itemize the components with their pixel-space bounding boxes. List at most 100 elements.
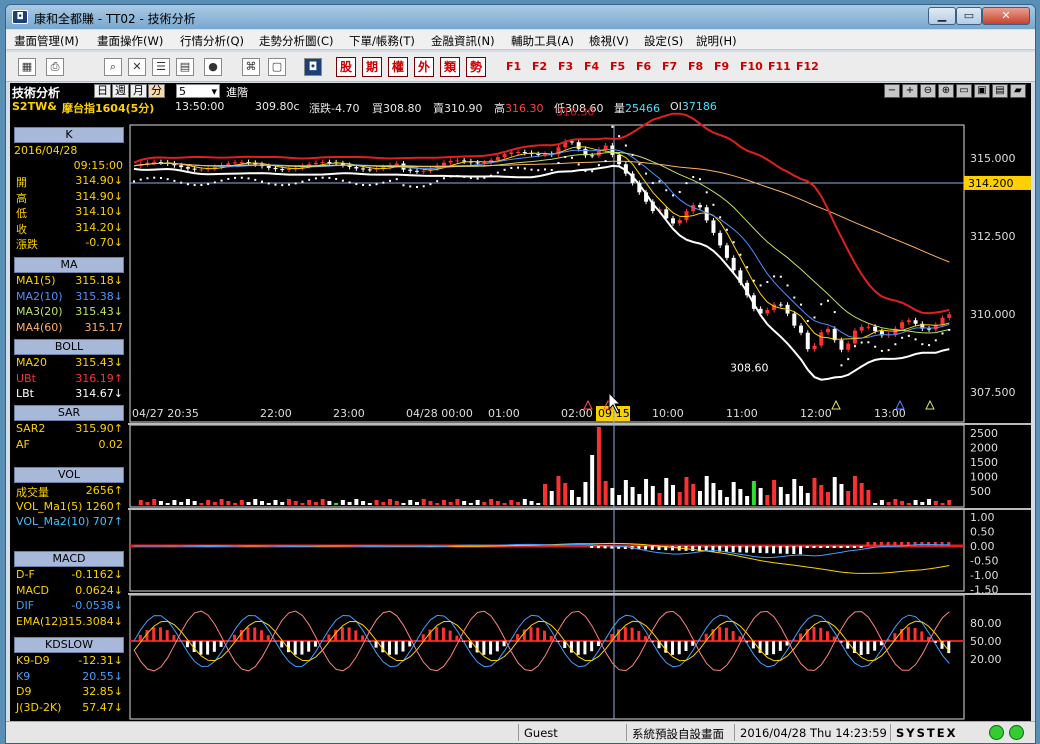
- fkey-F4[interactable]: F4: [584, 60, 599, 73]
- fkey-F9[interactable]: F9: [714, 60, 729, 73]
- quick-5[interactable]: 勢: [466, 57, 486, 77]
- volume-bar: [273, 500, 278, 505]
- period-0[interactable]: 日: [94, 84, 111, 98]
- systex-logo-icon[interactable]: ◘: [304, 58, 322, 76]
- menu-1[interactable]: 畫面操作(W): [97, 33, 163, 49]
- close-icon[interactable]: ✕: [982, 7, 1030, 25]
- window-icon[interactable]: ▢: [268, 58, 286, 76]
- volume-bar: [455, 499, 460, 505]
- volume-bar: [394, 501, 399, 505]
- kd-bar: [408, 641, 412, 647]
- grid-icon[interactable]: ▦: [18, 58, 36, 76]
- volume-bar: [805, 493, 810, 505]
- fkey-F2[interactable]: F2: [532, 60, 547, 73]
- sar-dot: [631, 153, 634, 156]
- sar-dot: [503, 168, 506, 171]
- menu-3[interactable]: 走勢分析圖(C): [259, 33, 334, 49]
- candle-body: [152, 162, 157, 164]
- sar-dot: [544, 168, 546, 171]
- volume-bar: [414, 502, 419, 505]
- chart-plot-area[interactable]: 315.000 312.500 310.000 307.500 314.200 04/27…: [128, 83, 1031, 721]
- volume-bar: [522, 499, 527, 505]
- fkey-F8[interactable]: F8: [688, 60, 703, 73]
- menu-0[interactable]: 畫面管理(M): [14, 33, 79, 49]
- macd-bar: [879, 542, 883, 546]
- period-1[interactable]: 週: [112, 84, 129, 98]
- sar-dot: [665, 189, 668, 192]
- list-icon[interactable]: ☰: [152, 58, 170, 76]
- quick-0[interactable]: 股: [336, 57, 356, 77]
- fkey-F3[interactable]: F3: [558, 60, 573, 73]
- macd-axis-label: 0.00: [970, 540, 995, 553]
- sar-dot: [779, 275, 782, 278]
- kd-bar: [165, 630, 169, 641]
- sar-dot: [705, 191, 708, 194]
- fkey-F6[interactable]: F6: [636, 60, 651, 73]
- sar-dot: [523, 167, 526, 170]
- candle-body: [280, 169, 285, 171]
- macd-row-value: 315.3084↓: [61, 614, 123, 628]
- macd-bar: [893, 542, 897, 546]
- vol-row-label: VOL_Ma2(10): [16, 515, 90, 528]
- quick-3[interactable]: 外: [414, 57, 434, 77]
- sar-row-value: 0.02: [98, 437, 124, 451]
- chart-icon[interactable]: ▤: [176, 58, 194, 76]
- maximize-icon[interactable]: ▭: [956, 7, 982, 25]
- candle-body: [671, 218, 676, 224]
- title-bar[interactable]: ◘ 康和全都賺 - TT02 - 技術分析 ▁ ▭ ✕: [6, 5, 1035, 29]
- sar-dot: [139, 178, 142, 181]
- quick-1[interactable]: 期: [362, 57, 382, 77]
- fkey-F10[interactable]: F10: [740, 60, 763, 73]
- sar-dot: [537, 169, 540, 172]
- quick-2[interactable]: 權: [388, 57, 408, 77]
- close-box-icon[interactable]: ✕: [128, 58, 146, 76]
- fkey-F12[interactable]: F12: [796, 60, 819, 73]
- volume-bar: [334, 503, 339, 505]
- macd-bar: [940, 542, 944, 546]
- sar-dot: [577, 163, 580, 166]
- k-row-label: 低: [16, 207, 27, 220]
- sar-dot: [234, 176, 237, 179]
- ma20-line: [133, 151, 950, 334]
- volume-bar: [563, 483, 568, 505]
- sar-dot: [806, 320, 809, 323]
- fkey-F5[interactable]: F5: [610, 60, 625, 73]
- menu-4[interactable]: 下單/帳務(T): [349, 33, 415, 49]
- technical-chart-window: 技術分析 日週月分 5 ▾ 進階 − + ⊖ ⊕ ▭ ▣ ▤ ▰ S2TW& 摩台指1604(5…: [10, 83, 1031, 721]
- kd-bar: [576, 641, 580, 655]
- quick-4[interactable]: 類: [440, 57, 460, 77]
- menu-5[interactable]: 金融資訊(N): [431, 33, 495, 49]
- print-icon[interactable]: ⎙: [46, 58, 64, 76]
- power-icon[interactable]: [1009, 725, 1024, 740]
- fkey-F7[interactable]: F7: [662, 60, 677, 73]
- minimize-icon[interactable]: ▁: [928, 7, 956, 25]
- zoom-icon[interactable]: ⌕: [104, 58, 122, 76]
- volume-bar: [637, 494, 642, 505]
- menu-2[interactable]: 行情分析(Q): [180, 33, 244, 49]
- sar-dot: [287, 183, 290, 186]
- fkey-F1[interactable]: F1: [506, 60, 521, 73]
- volume-bar: [906, 503, 911, 505]
- macd-bar: [785, 546, 789, 554]
- candle-body: [192, 168, 197, 170]
- volume-bar: [347, 502, 352, 505]
- kd-bar: [313, 641, 317, 647]
- candle-body: [516, 152, 521, 154]
- candle-body: [361, 168, 366, 170]
- volume-bar: [421, 499, 426, 505]
- price-axis-label: 307.500: [970, 386, 1016, 399]
- kd-row-label: K9: [16, 669, 31, 683]
- fkey-F11[interactable]: F11: [768, 60, 791, 73]
- vol-row-value: 1260↑: [85, 499, 123, 513]
- link-icon[interactable]: ⌘: [242, 58, 260, 76]
- coin-icon[interactable]: ●: [204, 58, 222, 76]
- menu-9[interactable]: 說明(H): [696, 33, 737, 49]
- volume-bar: [684, 477, 689, 505]
- menu-7[interactable]: 檢視(V): [589, 33, 629, 49]
- menu-8[interactable]: 設定(S): [644, 33, 683, 49]
- candle-body: [233, 162, 238, 164]
- menu-6[interactable]: 輔助工具(A): [511, 33, 574, 49]
- kd-row-value: 57.47↓: [82, 700, 123, 714]
- kd-bar: [812, 627, 816, 641]
- sar-dot: [153, 176, 156, 179]
